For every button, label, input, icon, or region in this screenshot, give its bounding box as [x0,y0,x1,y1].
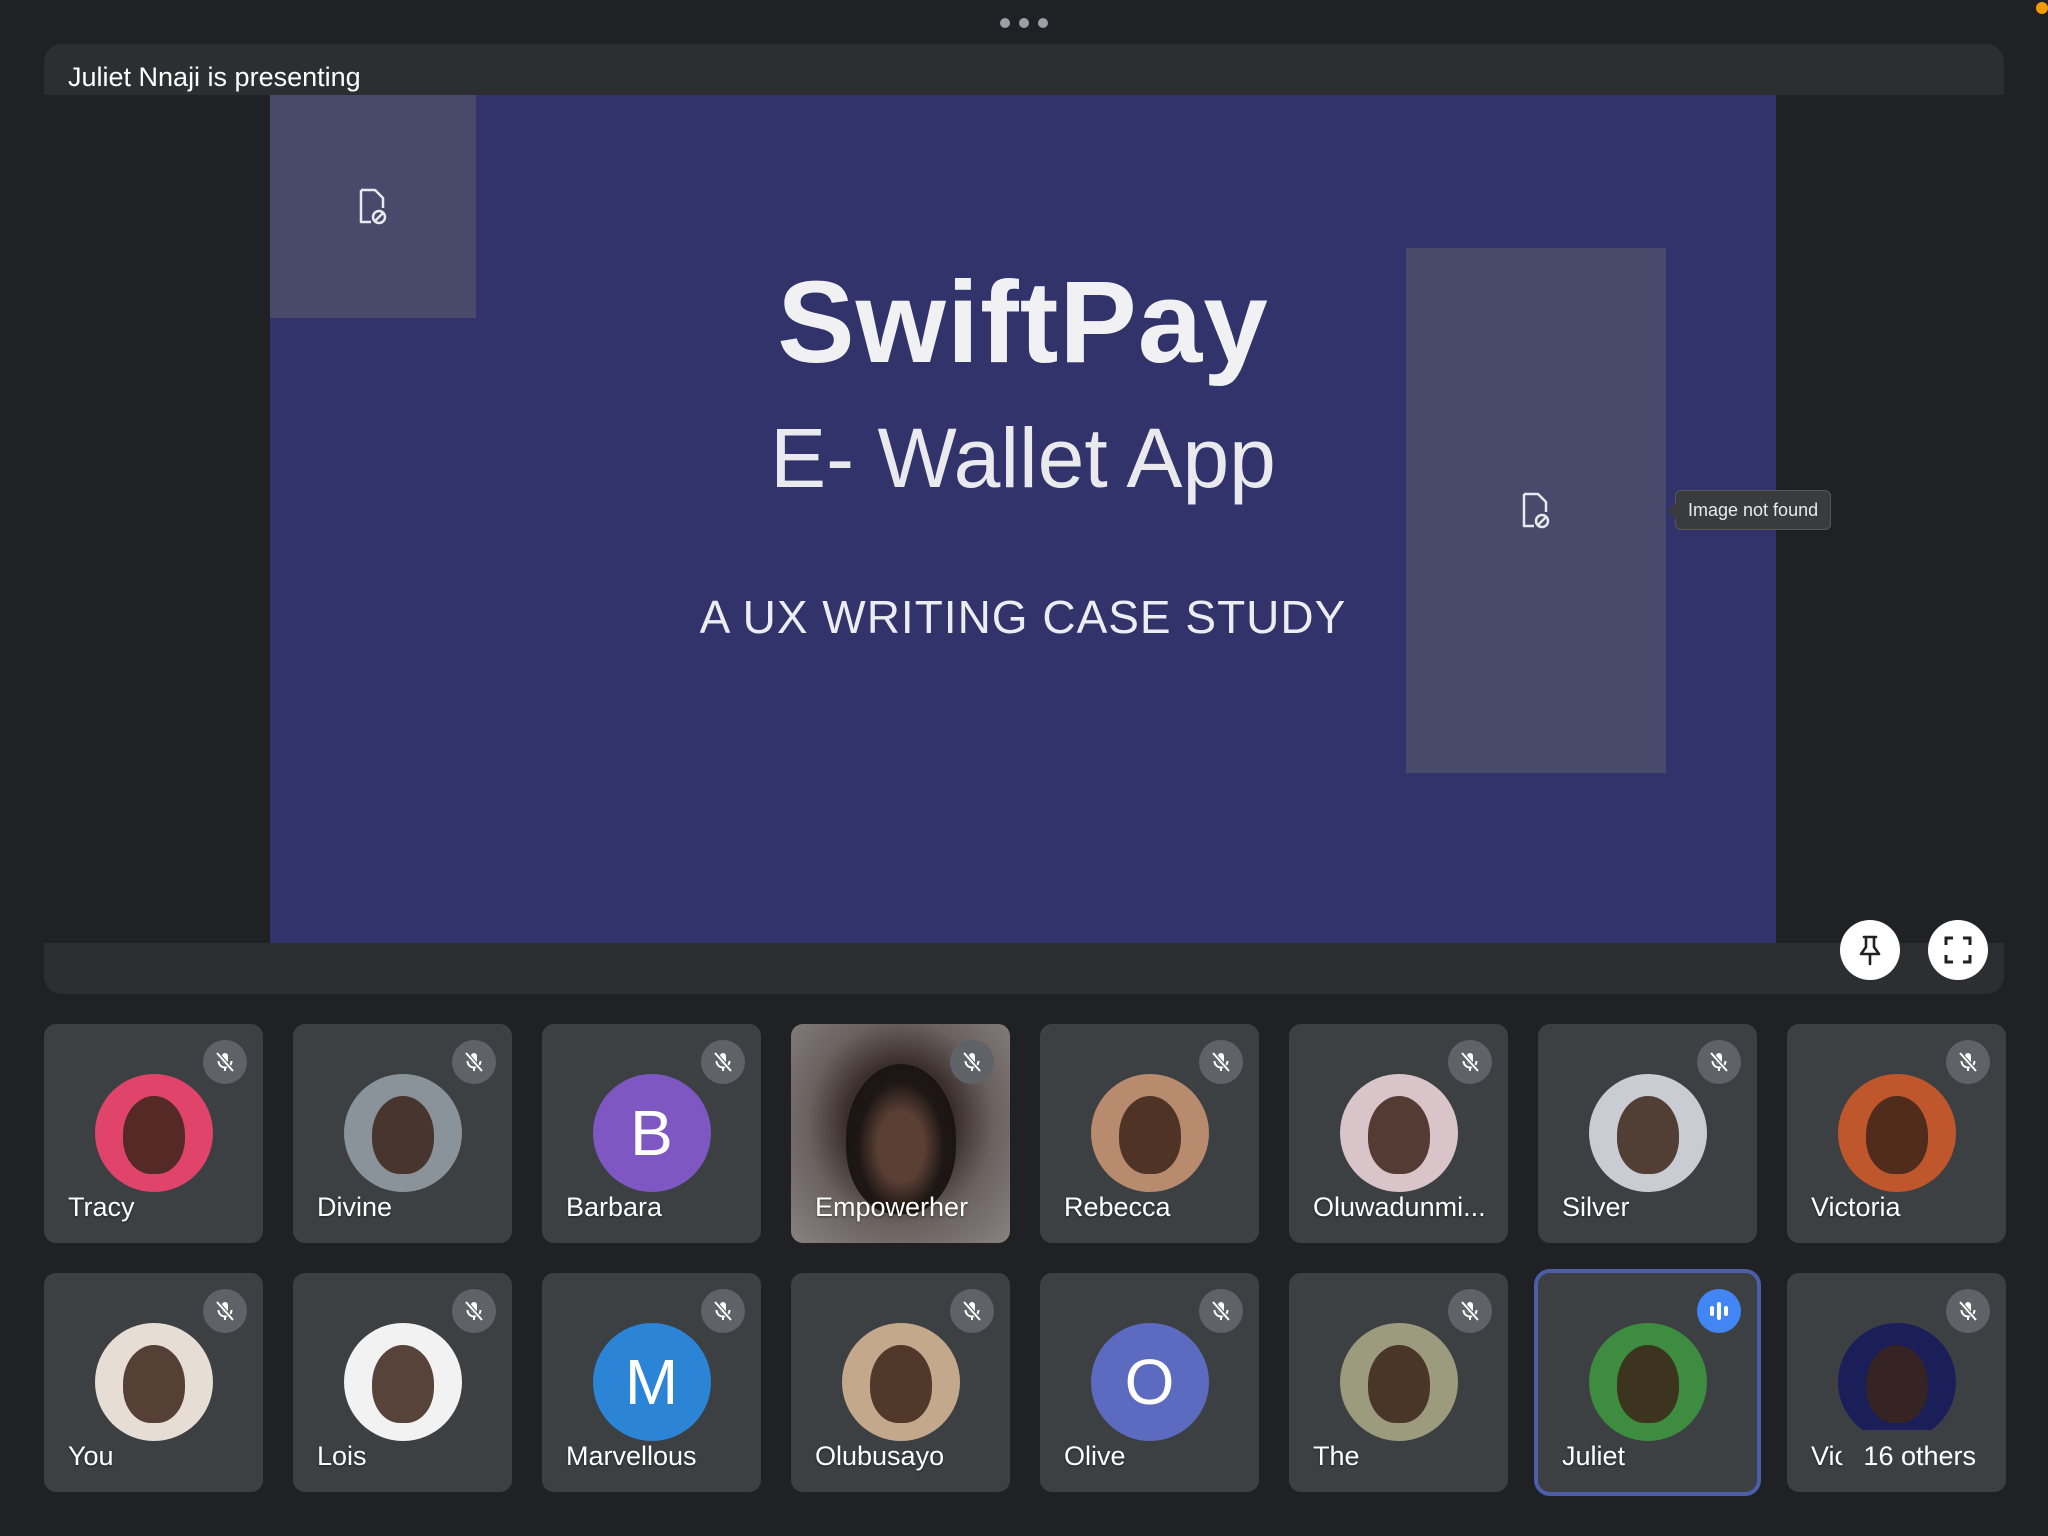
fullscreen-icon [1944,936,1972,964]
avatar: B [592,1074,711,1192]
participant-tile[interactable]: Olubusayo [791,1273,1010,1492]
participant-tile[interactable]: M Marvellous [542,1273,761,1492]
mic-off-icon [452,1040,496,1084]
mic-off-icon [950,1040,994,1084]
avatar: O [1090,1323,1209,1441]
slide-tagline: A UX WRITING CASE STUDY [699,591,1347,643]
participant-name: You [68,1441,114,1471]
participant-name: Marvellous [566,1441,697,1471]
participant-tile[interactable]: Silver [1538,1024,1757,1243]
slide-subtitle: E- Wallet App [770,411,1276,505]
participant-name: Empowerher [815,1192,969,1222]
participant-tile[interactable]: Tracy [44,1024,263,1243]
participant-tile[interactable]: Oluwadunmi... [1289,1024,1508,1243]
avatar [343,1074,462,1192]
participant-name: Tracy [68,1192,135,1222]
mic-off-icon [1697,1040,1741,1084]
avatar [841,1323,960,1441]
pin-button[interactable] [1840,920,1900,980]
mic-off-icon [1946,1040,1990,1084]
mic-off-icon [452,1289,496,1333]
participant-name: Silver [1562,1192,1630,1222]
participant-name: Juliet [1562,1441,1626,1471]
mic-off-icon [1946,1289,1990,1333]
mic-off-icon [1199,1040,1243,1084]
mic-off-icon [203,1040,247,1084]
avatar [1588,1074,1707,1192]
mic-off-icon [1199,1289,1243,1333]
avatar: M [592,1323,711,1441]
participant-tile[interactable]: Victoria [1787,1024,2006,1243]
presenter-label: Juliet Nnaji is presenting [68,62,361,92]
participant-name: Oluwadunmi... [1313,1192,1486,1222]
mic-off-icon [1448,1040,1492,1084]
participant-tile[interactable]: Rebecca [1040,1024,1259,1243]
participant-name: Rebecca [1064,1192,1171,1222]
participant-tile[interactable]: The [1289,1273,1508,1492]
participant-name: Olubusayo [815,1441,945,1471]
participant-tile[interactable]: You [44,1273,263,1492]
others-count-button[interactable]: 16 others [1841,1430,1998,1482]
recording-indicator-dot [2036,2,2048,14]
participant-name: Olive [1064,1441,1126,1471]
participant-name: Barbara [566,1192,663,1222]
avatar [1837,1074,1956,1192]
participant-name: Divine [317,1192,393,1222]
mic-off-icon [701,1040,745,1084]
fullscreen-button[interactable] [1928,920,1988,980]
presentation-slide: SwiftPay E- Wallet App A UX WRITING CASE… [270,95,1776,943]
participant-tile[interactable]: Juliet [1534,1269,1761,1496]
mic-off-icon [203,1289,247,1333]
mic-off-icon [701,1289,745,1333]
participant-tile[interactable]: Divine [293,1024,512,1243]
avatar [94,1074,213,1192]
avatar [1339,1074,1458,1192]
avatar [1588,1323,1707,1441]
participant-tile[interactable]: O Olive [1040,1273,1259,1492]
avatar [343,1323,462,1441]
participant-tile[interactable]: B Barbara [542,1024,761,1243]
speaking-indicator-icon [1697,1289,1741,1333]
avatar [1090,1074,1209,1192]
participant-tile[interactable]: Empowerher [791,1024,1010,1243]
slide-title: SwiftPay [777,257,1269,387]
avatar [94,1323,213,1441]
participant-tile[interactable]: Vic 16 others [1787,1273,2006,1492]
pin-icon [1859,935,1881,966]
mic-off-icon [950,1289,994,1333]
participant-tile[interactable]: Lois [293,1273,512,1492]
mic-off-icon [1448,1289,1492,1333]
participant-name: Victoria [1811,1192,1901,1222]
participant-name: Lois [317,1441,367,1471]
more-options-icon[interactable] [1000,16,1048,30]
broken-image-icon [359,188,387,224]
avatar [1339,1323,1458,1441]
participant-name: The [1313,1441,1360,1471]
avatar [1837,1323,1956,1441]
image-not-found-tooltip: Image not found [1666,490,1832,530]
participant-grid: Tracy Divine B Barbara Empowerher Rebecca Oluw… [44,1024,2006,1496]
